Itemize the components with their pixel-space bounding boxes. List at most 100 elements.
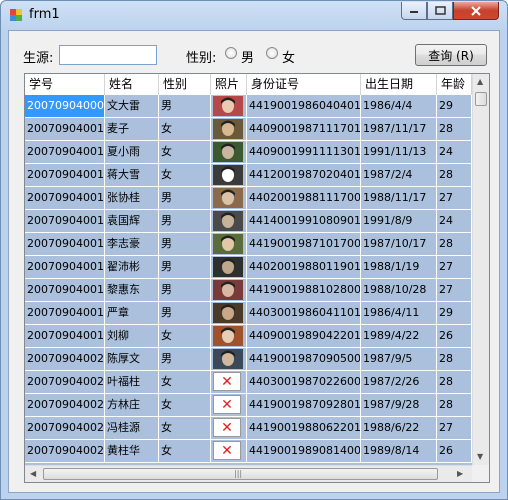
cell-student-id[interactable]: 200709040016: [25, 256, 105, 279]
cell-id-card[interactable]: 440300198702260060: [247, 371, 361, 394]
column-header-photo[interactable]: 照片: [211, 74, 247, 95]
title-bar[interactable]: frm1: [1, 1, 507, 29]
cell-name[interactable]: 黄柱华: [105, 440, 159, 463]
cell-id-card[interactable]: 441900198710170035: [247, 233, 361, 256]
cell-age[interactable]: 26: [437, 325, 472, 348]
table-row[interactable]: 200709040010麦子女 4409001987111701411987/11…: [25, 118, 472, 141]
column-header-birth-date[interactable]: 出生日期: [361, 74, 437, 95]
cell-id-card[interactable]: 440300198604110175: [247, 302, 361, 325]
cell-birth-date[interactable]: 1987/2/26: [361, 371, 437, 394]
query-button[interactable]: 查询 (R): [415, 44, 487, 66]
cell-photo[interactable]: [211, 95, 247, 118]
cell-birth-date[interactable]: 1988/11/17: [361, 187, 437, 210]
cell-id-card[interactable]: 441900198709280126: [247, 394, 361, 417]
cell-gender[interactable]: 女: [159, 440, 211, 463]
maximize-button[interactable]: [427, 2, 453, 20]
close-button[interactable]: [453, 2, 499, 20]
cell-birth-date[interactable]: 1988/1/19: [361, 256, 437, 279]
cell-age[interactable]: 27: [437, 187, 472, 210]
cell-gender[interactable]: 男: [159, 302, 211, 325]
column-header-age[interactable]: 年龄: [437, 74, 472, 95]
cell-photo[interactable]: [211, 210, 247, 233]
cell-id-card[interactable]: 440900199111130165: [247, 141, 361, 164]
cell-photo[interactable]: [211, 164, 247, 187]
table-row[interactable]: 200709040014袁国辉男 4414001991080901771991/8…: [25, 210, 472, 233]
cell-student-id[interactable]: 200709040015: [25, 233, 105, 256]
cell-gender[interactable]: 男: [159, 187, 211, 210]
cell-photo[interactable]: ✕: [211, 371, 247, 394]
radio-male[interactable]: [225, 47, 237, 59]
cell-gender[interactable]: 女: [159, 118, 211, 141]
cell-name[interactable]: 冯桂源: [105, 417, 159, 440]
cell-birth-date[interactable]: 1987/9/5: [361, 348, 437, 371]
column-header-id-card[interactable]: 身份证号: [247, 74, 361, 95]
cell-name[interactable]: 夏小雨: [105, 141, 159, 164]
table-row[interactable]: 200709040023冯桂源女✕ 4419001988062201241988/…: [25, 417, 472, 440]
cell-age[interactable]: 28: [437, 394, 472, 417]
cell-birth-date[interactable]: 1986/4/4: [361, 95, 437, 118]
cell-age[interactable]: 26: [437, 440, 472, 463]
cell-id-card[interactable]: 440200198811170055: [247, 187, 361, 210]
scroll-left-icon[interactable]: ◀: [30, 469, 36, 478]
cell-name[interactable]: 袁国辉: [105, 210, 159, 233]
cell-student-id[interactable]: 200709040017: [25, 279, 105, 302]
cell-name[interactable]: 文大雷: [105, 95, 159, 118]
column-header-student-id[interactable]: 学号: [25, 74, 105, 95]
cell-name[interactable]: 方林庄: [105, 394, 159, 417]
radio-female[interactable]: [266, 47, 278, 59]
table-row[interactable]: 200709040009文大雷男 4419001986040401701986/4…: [25, 95, 472, 118]
cell-id-card[interactable]: 441900198604040170: [247, 95, 361, 118]
cell-gender[interactable]: 女: [159, 417, 211, 440]
cell-student-id[interactable]: 200709040011: [25, 141, 105, 164]
table-row[interactable]: 200709040022方林庄女✕ 4419001987092801261987/…: [25, 394, 472, 417]
cell-name[interactable]: 叶福柱: [105, 371, 159, 394]
table-row[interactable]: 200709040012蒋大雪女 4412001987020401861987/2…: [25, 164, 472, 187]
cell-id-card[interactable]: 441900198709050094: [247, 348, 361, 371]
cell-gender[interactable]: 女: [159, 325, 211, 348]
cell-gender[interactable]: 女: [159, 371, 211, 394]
cell-student-id[interactable]: 200709040009: [25, 95, 105, 118]
cell-photo[interactable]: [211, 233, 247, 256]
cell-age[interactable]: 28: [437, 118, 472, 141]
cell-birth-date[interactable]: 1988/10/28: [361, 279, 437, 302]
cell-id-card[interactable]: 440200198801190172: [247, 256, 361, 279]
table-row[interactable]: 200709040024黄柱华女✕ 4419001989081400471989/…: [25, 440, 472, 463]
cell-student-id[interactable]: 200709040014: [25, 210, 105, 233]
cell-age[interactable]: 28: [437, 371, 472, 394]
cell-age[interactable]: 24: [437, 141, 472, 164]
cell-age[interactable]: 28: [437, 164, 472, 187]
scroll-down-icon[interactable]: ▼: [477, 452, 483, 461]
cell-id-card[interactable]: 441900198806220124: [247, 417, 361, 440]
cell-photo[interactable]: ✕: [211, 440, 247, 463]
cell-birth-date[interactable]: 1986/4/11: [361, 302, 437, 325]
source-input[interactable]: [59, 45, 157, 65]
column-header-name[interactable]: 姓名: [105, 74, 159, 95]
vertical-scroll-thumb[interactable]: [475, 92, 487, 106]
cell-age[interactable]: 28: [437, 348, 472, 371]
cell-gender[interactable]: 男: [159, 256, 211, 279]
cell-name[interactable]: 刘柳: [105, 325, 159, 348]
cell-id-card[interactable]: 441400199108090177: [247, 210, 361, 233]
cell-photo[interactable]: [211, 187, 247, 210]
cell-photo[interactable]: [211, 256, 247, 279]
cell-gender[interactable]: 男: [159, 233, 211, 256]
cell-id-card[interactable]: 440900198904220149: [247, 325, 361, 348]
cell-gender[interactable]: 男: [159, 279, 211, 302]
cell-age[interactable]: 29: [437, 95, 472, 118]
table-row[interactable]: 200709040020陈厚文男 4419001987090500941987/9…: [25, 348, 472, 371]
cell-age[interactable]: 29: [437, 302, 472, 325]
cell-gender[interactable]: 女: [159, 141, 211, 164]
horizontal-scrollbar[interactable]: ◀ ||| ▶: [25, 465, 472, 482]
cell-birth-date[interactable]: 1991/8/9: [361, 210, 437, 233]
scroll-up-icon[interactable]: ▲: [477, 77, 483, 86]
cell-student-id[interactable]: 200709040022: [25, 394, 105, 417]
cell-student-id[interactable]: 200709040020: [25, 348, 105, 371]
cell-birth-date[interactable]: 1988/6/22: [361, 417, 437, 440]
cell-birth-date[interactable]: 1987/9/28: [361, 394, 437, 417]
cell-photo[interactable]: [211, 279, 247, 302]
cell-gender[interactable]: 女: [159, 164, 211, 187]
cell-student-id[interactable]: 200709040024: [25, 440, 105, 463]
cell-age[interactable]: 24: [437, 210, 472, 233]
vertical-scrollbar[interactable]: ▲ ▼: [472, 74, 489, 465]
cell-photo[interactable]: ✕: [211, 394, 247, 417]
